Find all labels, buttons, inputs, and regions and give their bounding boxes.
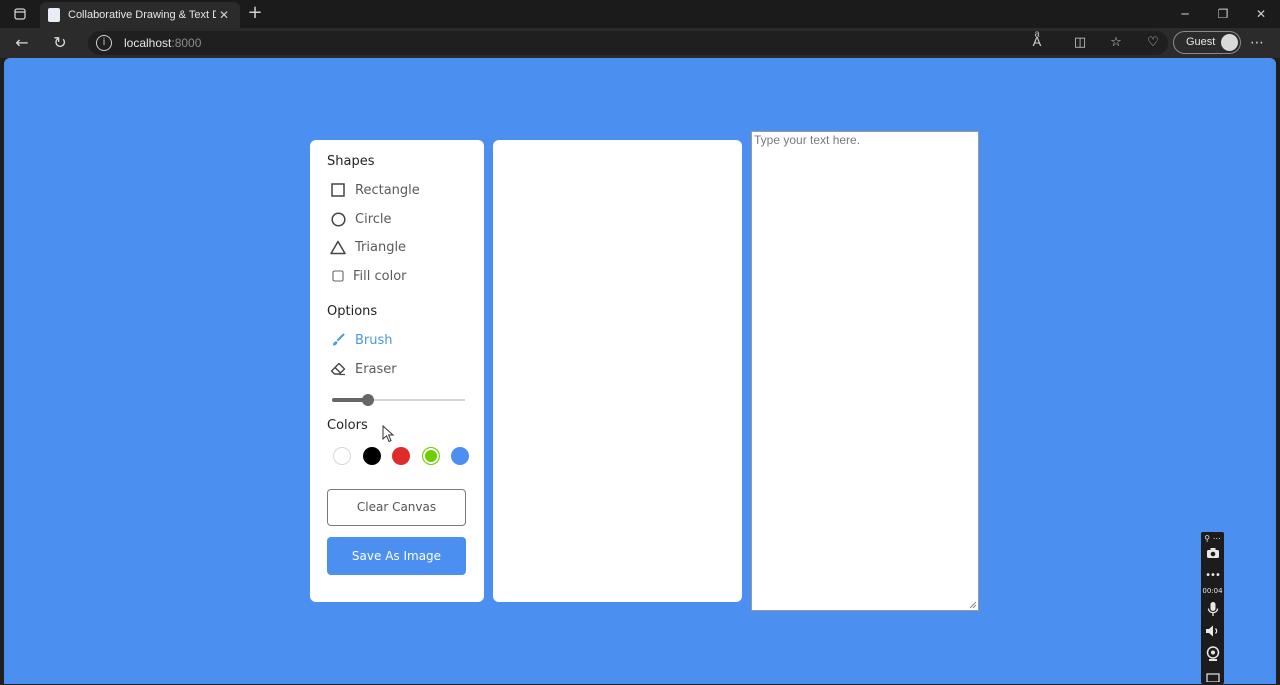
tools-sidebar: Shapes Rectangle Circle Triangle Fill co… <box>310 140 484 602</box>
url-port: :8000 <box>171 36 202 50</box>
page-favicon-icon <box>48 8 60 22</box>
triangle-icon <box>330 239 346 255</box>
text-editor-placeholder: Type your text here. <box>754 133 861 147</box>
split-screen-icon[interactable]: ◫ <box>1070 33 1090 53</box>
favorites-icon[interactable]: ☆ <box>1106 33 1126 53</box>
circle-icon <box>330 211 346 227</box>
url-host: localhost <box>124 36 172 50</box>
back-icon[interactable]: ← <box>10 32 34 54</box>
mouse-pointer-icon <box>382 425 394 443</box>
shape-label: Triangle <box>355 239 407 255</box>
shapes-heading: Shapes <box>327 154 375 169</box>
recorder-more-icon[interactable]: ••• <box>1201 570 1224 581</box>
read-aloud-icon[interactable]: Aͣ <box>1027 33 1047 53</box>
color-swatch[interactable] <box>333 447 351 465</box>
profile-button[interactable]: Guest <box>1173 31 1241 54</box>
browser-tabbar: Collaborative Drawing & Text Do ✕ + ─ ❐ … <box>0 0 1280 28</box>
slider-thumb[interactable] <box>361 394 374 406</box>
options-heading: Options <box>327 304 378 319</box>
shape-label: Rectangle <box>355 182 420 198</box>
restore-icon[interactable]: ❐ <box>1204 0 1242 28</box>
refresh-icon[interactable]: ↻ <box>48 32 72 54</box>
shape-circle[interactable]: Circle <box>330 209 392 229</box>
resize-handle-icon[interactable] <box>969 601 977 609</box>
close-window-icon[interactable]: ✕ <box>1242 0 1280 28</box>
clear-canvas-button[interactable]: Clear Canvas <box>327 489 466 526</box>
color-swatch[interactable] <box>421 447 440 465</box>
text-editor[interactable]: Type your text here. <box>751 131 979 611</box>
recording-timer: 00:04 <box>1202 587 1223 595</box>
colors-heading: Colors <box>327 418 368 433</box>
rectangle-icon <box>330 182 346 198</box>
more-options-icon[interactable]: ⋯ <box>1250 33 1264 53</box>
fill-color-toggle[interactable]: Fill color <box>330 266 407 286</box>
site-info-icon[interactable]: i <box>96 35 112 51</box>
tool-label: Eraser <box>355 361 397 377</box>
color-swatch[interactable] <box>362 447 381 465</box>
speaker-icon[interactable] <box>1201 624 1224 641</box>
profile-label: Guest <box>1186 36 1216 48</box>
drawing-canvas[interactable] <box>493 140 742 602</box>
webcam-icon[interactable] <box>1201 646 1224 665</box>
page-viewport: Shapes Rectangle Circle Triangle Fill co… <box>4 58 1276 684</box>
eraser-icon <box>330 361 346 377</box>
recorder-menu-icon[interactable]: ⚲ ⋯ <box>1201 534 1224 543</box>
recorder-panel-icon[interactable] <box>1201 672 1224 685</box>
color-swatch[interactable] <box>392 447 410 465</box>
camera-icon[interactable] <box>1201 547 1224 562</box>
browser-essentials-icon[interactable]: ♡ <box>1143 33 1163 53</box>
tool-eraser[interactable]: Eraser <box>330 359 397 379</box>
shape-label: Circle <box>355 211 392 227</box>
tool-label: Brush <box>355 332 393 348</box>
screen-recorder-widget: ⚲ ⋯ ••• 00:04 <box>1201 532 1224 684</box>
shape-rectangle[interactable]: Rectangle <box>330 180 420 200</box>
fill-color-checkbox[interactable] <box>330 268 346 284</box>
new-tab-icon[interactable]: + <box>244 3 266 25</box>
save-as-image-button[interactable]: Save As Image <box>327 537 466 575</box>
address-text[interactable]: localhost:8000 <box>124 35 201 51</box>
color-swatch[interactable] <box>451 447 469 465</box>
tab-title: Collaborative Drawing & Text Do <box>68 9 216 21</box>
brush-size-slider[interactable] <box>332 394 465 406</box>
fill-color-label: Fill color <box>353 268 407 284</box>
address-bar[interactable] <box>88 31 1168 55</box>
avatar <box>1221 34 1238 51</box>
shape-triangle[interactable]: Triangle <box>330 237 406 257</box>
tool-brush[interactable]: Brush <box>330 330 393 350</box>
close-tab-icon[interactable]: ✕ <box>216 8 232 22</box>
tab-actions-icon[interactable] <box>0 0 40 28</box>
minimize-icon[interactable]: ─ <box>1166 0 1204 28</box>
microphone-icon[interactable] <box>1201 601 1224 620</box>
window-controls: ─ ❐ ✕ <box>1166 0 1280 28</box>
brush-icon <box>330 332 346 348</box>
browser-tab[interactable]: Collaborative Drawing & Text Do ✕ <box>40 2 240 28</box>
